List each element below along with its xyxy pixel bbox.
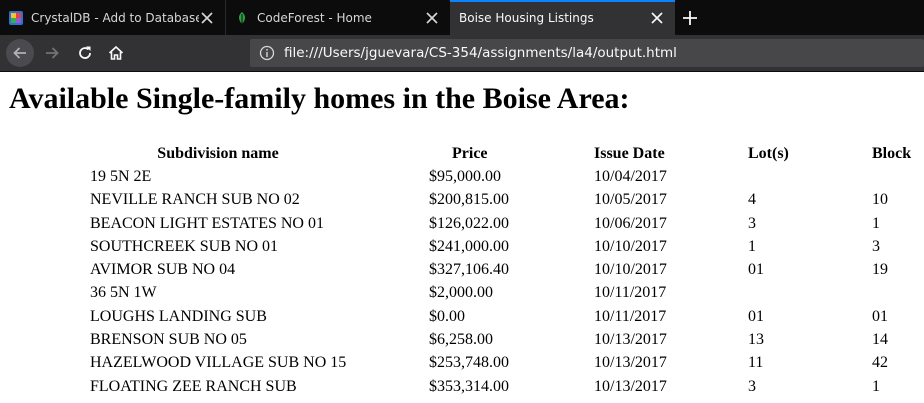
cell-subdivision: 19 5N 2E (90, 167, 152, 185)
column-header-block: Block (872, 144, 912, 162)
cell-block: 19 (872, 261, 888, 279)
tab-crystaldb[interactable]: CrystalDB - Add to Database (0, 0, 225, 35)
home-button[interactable] (106, 43, 126, 63)
cell-issue-date: 10/05/2017 (594, 191, 667, 209)
cell-price: $327,106.40 (429, 261, 509, 279)
cell-issue-date: 10/13/2017 (594, 377, 667, 395)
tab-title: CodeForest - Home (257, 10, 372, 25)
cell-lots: 01 (748, 307, 764, 325)
cell-price: $126,022.00 (429, 214, 509, 232)
cell-price: $253,748.00 (429, 354, 509, 372)
tab-codeforest[interactable]: CodeForest - Home (225, 0, 450, 35)
table-row: AVIMOR SUB NO 04 $327,106.40 10/10/2017 … (0, 258, 924, 281)
navigation-toolbar: file:///Users/jguevara/CS-354/assignment… (0, 35, 924, 72)
page-title: Available Single-family homes in the Boi… (9, 82, 630, 115)
cell-issue-date: 10/11/2017 (594, 284, 667, 302)
cell-lots: 3 (748, 214, 756, 232)
cell-issue-date: 10/13/2017 (594, 354, 667, 372)
close-icon[interactable] (424, 10, 440, 26)
cell-issue-date: 10/11/2017 (594, 307, 667, 325)
column-header-lots: Lot(s) (748, 144, 789, 162)
tab-title: CrystalDB - Add to Database (31, 10, 199, 25)
cell-subdivision: LOUGHS LANDING SUB (90, 307, 267, 325)
codeforest-leaf-favicon-icon (239, 11, 245, 24)
cell-lots (748, 282, 872, 305)
cell-price: $0.00 (429, 307, 465, 325)
info-icon[interactable] (259, 45, 275, 61)
tab-title: Boise Housing Listings (459, 10, 594, 25)
table-row: FLOATING ZEE RANCH SUB $353,314.00 10/13… (0, 375, 924, 398)
cell-price: $6,258.00 (429, 331, 493, 349)
cell-issue-date: 10/10/2017 (594, 237, 667, 255)
table-header-row: Subdivision name Price Issue Date Lot(s)… (0, 142, 924, 165)
cell-subdivision: HAZELWOOD VILLAGE SUB NO 15 (90, 354, 347, 372)
cell-subdivision: FLOATING ZEE RANCH SUB (90, 377, 297, 395)
home-icon (108, 45, 124, 60)
cell-lots: 11 (748, 354, 764, 372)
table-row: 36 5N 1W $2,000.00 10/11/2017 (0, 282, 924, 305)
back-button[interactable] (6, 39, 34, 67)
cell-subdivision: AVIMOR SUB NO 04 (90, 261, 236, 279)
cell-block: 3 (872, 237, 880, 255)
table-row: BRENSON SUB NO 05 $6,258.00 10/13/2017 1… (0, 328, 924, 351)
cell-subdivision: 36 5N 1W (90, 284, 157, 302)
close-icon[interactable] (649, 10, 665, 26)
reload-icon (79, 46, 91, 59)
cell-price: $353,314.00 (429, 377, 509, 395)
crystaldb-favicon-icon (9, 10, 23, 25)
cell-block: 1 (872, 377, 880, 395)
cell-price: $200,815.00 (429, 191, 509, 209)
cell-block: 1 (872, 214, 880, 232)
cell-lots: 4 (748, 191, 756, 209)
cell-issue-date: 10/10/2017 (594, 261, 667, 279)
back-arrow-icon (13, 47, 26, 59)
cell-price: $241,000.00 (429, 237, 509, 255)
url-text[interactable]: file:///Users/jguevara/CS-354/assignment… (284, 45, 677, 61)
page-content: Available Single-family homes in the Boi… (0, 72, 924, 403)
cell-subdivision: NEVILLE RANCH SUB NO 02 (90, 191, 300, 209)
cell-lots (748, 165, 872, 188)
cell-lots: 1 (748, 237, 756, 255)
cell-issue-date: 10/04/2017 (594, 167, 667, 185)
tab-boise-housing[interactable]: Boise Housing Listings (450, 0, 675, 35)
cell-subdivision: BRENSON SUB NO 05 (90, 331, 247, 349)
cell-block: 01 (872, 307, 888, 325)
plus-icon (683, 10, 697, 25)
header-spacer (0, 142, 90, 165)
cell-subdivision: SOUTHCREEK SUB NO 01 (90, 237, 279, 255)
table-row: SOUTHCREEK SUB NO 01 $241,000.00 10/10/2… (0, 235, 924, 258)
table-row: NEVILLE RANCH SUB NO 02 $200,815.00 10/0… (0, 189, 924, 212)
close-icon[interactable] (199, 10, 215, 26)
forward-arrow-icon (46, 47, 59, 59)
url-bar[interactable]: file:///Users/jguevara/CS-354/assignment… (250, 39, 924, 67)
cell-lots: 3 (748, 377, 756, 395)
cell-block: 42 (872, 354, 888, 372)
cell-lots: 01 (748, 261, 764, 279)
cell-price: $95,000.00 (429, 167, 501, 185)
tab-bar: CrystalDB - Add to Database CodeForest -… (0, 0, 924, 35)
cell-issue-date: 10/06/2017 (594, 214, 667, 232)
column-header-issue-date: Issue Date (594, 144, 665, 162)
cell-issue-date: 10/13/2017 (594, 331, 667, 349)
cell-block: 14 (872, 331, 888, 349)
cell-block: 10 (872, 191, 888, 209)
forward-button[interactable] (42, 43, 62, 63)
new-tab-button[interactable] (675, 0, 705, 35)
cell-price: $2,000.00 (429, 284, 493, 302)
column-header-subdivision: Subdivision name (157, 144, 279, 162)
column-header-price: Price (452, 144, 488, 162)
cell-block (872, 165, 924, 188)
cell-lots: 13 (748, 331, 764, 349)
reload-button[interactable] (75, 43, 95, 63)
cell-block (872, 282, 924, 305)
table-row: BEACON LIGHT ESTATES NO 01 $126,022.00 1… (0, 212, 924, 235)
table-row: LOUGHS LANDING SUB $0.00 10/11/2017 01 0… (0, 305, 924, 328)
table-row: 19 5N 2E $95,000.00 10/04/2017 (0, 165, 924, 188)
table-row: HAZELWOOD VILLAGE SUB NO 15 $253,748.00 … (0, 352, 924, 375)
housing-listings-table: Subdivision name Price Issue Date Lot(s)… (0, 142, 924, 398)
cell-subdivision: BEACON LIGHT ESTATES NO 01 (90, 214, 324, 232)
